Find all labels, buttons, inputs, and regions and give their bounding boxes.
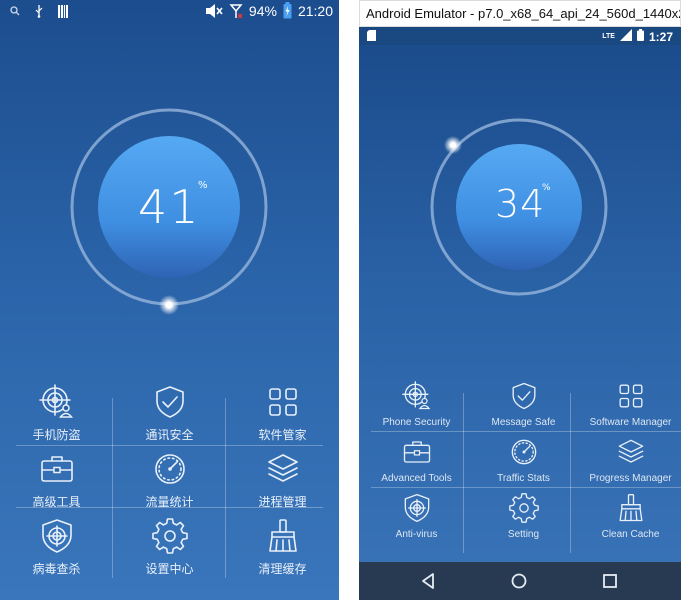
- feature-tile-shield-check[interactable]: 通讯安全: [113, 378, 226, 444]
- gauge-value: 41: [138, 180, 201, 234]
- gear-icon: [151, 518, 188, 554]
- feature-grid: 手机防盗 通讯安全 软件管家高级工具 流量统计 进程管理病毒查杀 设置中心 清理缓存: [0, 378, 339, 578]
- shield-crosshair-icon: [39, 518, 75, 554]
- feature-tile-apps-grid[interactable]: 软件管家: [226, 378, 339, 444]
- feature-tile-toolbox[interactable]: Advanced Tools: [365, 431, 468, 487]
- speedometer-icon: [152, 451, 188, 487]
- feature-tile-toolbox[interactable]: 高级工具: [0, 445, 113, 511]
- target-person-icon: [38, 384, 75, 420]
- speedometer-icon: [509, 437, 539, 467]
- feature-tile-label: Advanced Tools: [381, 473, 452, 484]
- feature-tile-label: 通讯安全: [145, 428, 194, 442]
- feature-tile-gear[interactable]: Setting: [472, 487, 575, 543]
- feature-tile-shield-check[interactable]: Message Safe: [472, 375, 575, 431]
- apps-grid-icon: [265, 384, 301, 420]
- broom-icon: [265, 518, 301, 554]
- feature-tile-apps-grid[interactable]: Software Manager: [579, 375, 681, 431]
- feature-tile-label: Message Safe: [491, 417, 556, 428]
- shield-check-icon: [152, 384, 188, 420]
- feature-tile-label: Phone Security: [382, 417, 451, 428]
- back-icon[interactable]: [418, 570, 440, 592]
- feature-tile-label: Software Manager: [589, 417, 672, 428]
- feature-grid: Phone Security Message Safe Software Manag…: [371, 375, 681, 555]
- shield-check-icon: [509, 381, 539, 411]
- feature-tile-label: Clean Cache: [601, 529, 660, 540]
- feature-tile-shield-crosshair[interactable]: Anti-virus: [365, 487, 468, 543]
- shield-crosshair-icon: [402, 493, 432, 523]
- feature-tile-label: 流量统计: [145, 495, 194, 509]
- layers-icon: [616, 437, 646, 467]
- feature-tile-target-person[interactable]: Phone Security: [365, 375, 468, 431]
- toolbox-icon: [39, 451, 75, 487]
- layers-icon: [265, 451, 301, 487]
- feature-tile-label: Anti-virus: [395, 529, 438, 540]
- feature-tile-speedometer[interactable]: 流量统计: [113, 445, 226, 511]
- feature-tile-label: 软件管家: [258, 428, 307, 442]
- feature-tile-shield-crosshair[interactable]: 病毒查杀: [0, 512, 113, 578]
- memory-gauge[interactable]: 34 %: [359, 27, 681, 367]
- feature-tile-broom[interactable]: Clean Cache: [579, 487, 681, 543]
- gauge-unit: %: [542, 183, 551, 193]
- phone-screen-chinese: 94% 21:20 41 % 手机防盗 通讯安全 软件管家 高级工具 流量统计 …: [0, 0, 339, 600]
- feature-tile-label: 清理缓存: [258, 562, 307, 576]
- gear-icon: [508, 493, 539, 523]
- broom-icon: [616, 493, 646, 523]
- feature-tile-gear[interactable]: 设置中心: [113, 512, 226, 578]
- feature-tile-layers[interactable]: Progress Manager: [579, 431, 681, 487]
- feature-tile-layers[interactable]: 进程管理: [226, 445, 339, 511]
- memory-gauge[interactable]: 41 %: [0, 0, 339, 360]
- gauge-value: 34: [495, 182, 546, 226]
- recents-icon[interactable]: [599, 570, 621, 592]
- android-nav-bar: [359, 562, 681, 600]
- feature-tile-label: 设置中心: [145, 562, 194, 576]
- gauge-unit: %: [198, 180, 208, 191]
- feature-tile-broom[interactable]: 清理缓存: [226, 512, 339, 578]
- feature-tile-target-person[interactable]: 手机防盗: [0, 378, 113, 444]
- feature-tile-label: 进程管理: [258, 495, 307, 509]
- phone-screen-english: LTE 1:27 34 % Phone Security Message Saf…: [359, 27, 681, 600]
- feature-tile-label: Progress Manager: [589, 473, 672, 484]
- apps-grid-icon: [616, 381, 646, 411]
- home-icon[interactable]: [508, 570, 530, 592]
- feature-tile-label: 手机防盗: [32, 428, 81, 442]
- target-person-icon: [401, 381, 432, 411]
- feature-tile-label: Traffic Stats: [497, 473, 550, 484]
- toolbox-icon: [402, 437, 432, 467]
- feature-tile-label: 高级工具: [32, 495, 81, 509]
- feature-tile-speedometer[interactable]: Traffic Stats: [472, 431, 575, 487]
- feature-tile-label: 病毒查杀: [32, 562, 81, 576]
- feature-tile-label: Setting: [507, 529, 540, 540]
- emulator-window-title: Android Emulator - p7.0_x68_64_api_24_56…: [359, 0, 681, 27]
